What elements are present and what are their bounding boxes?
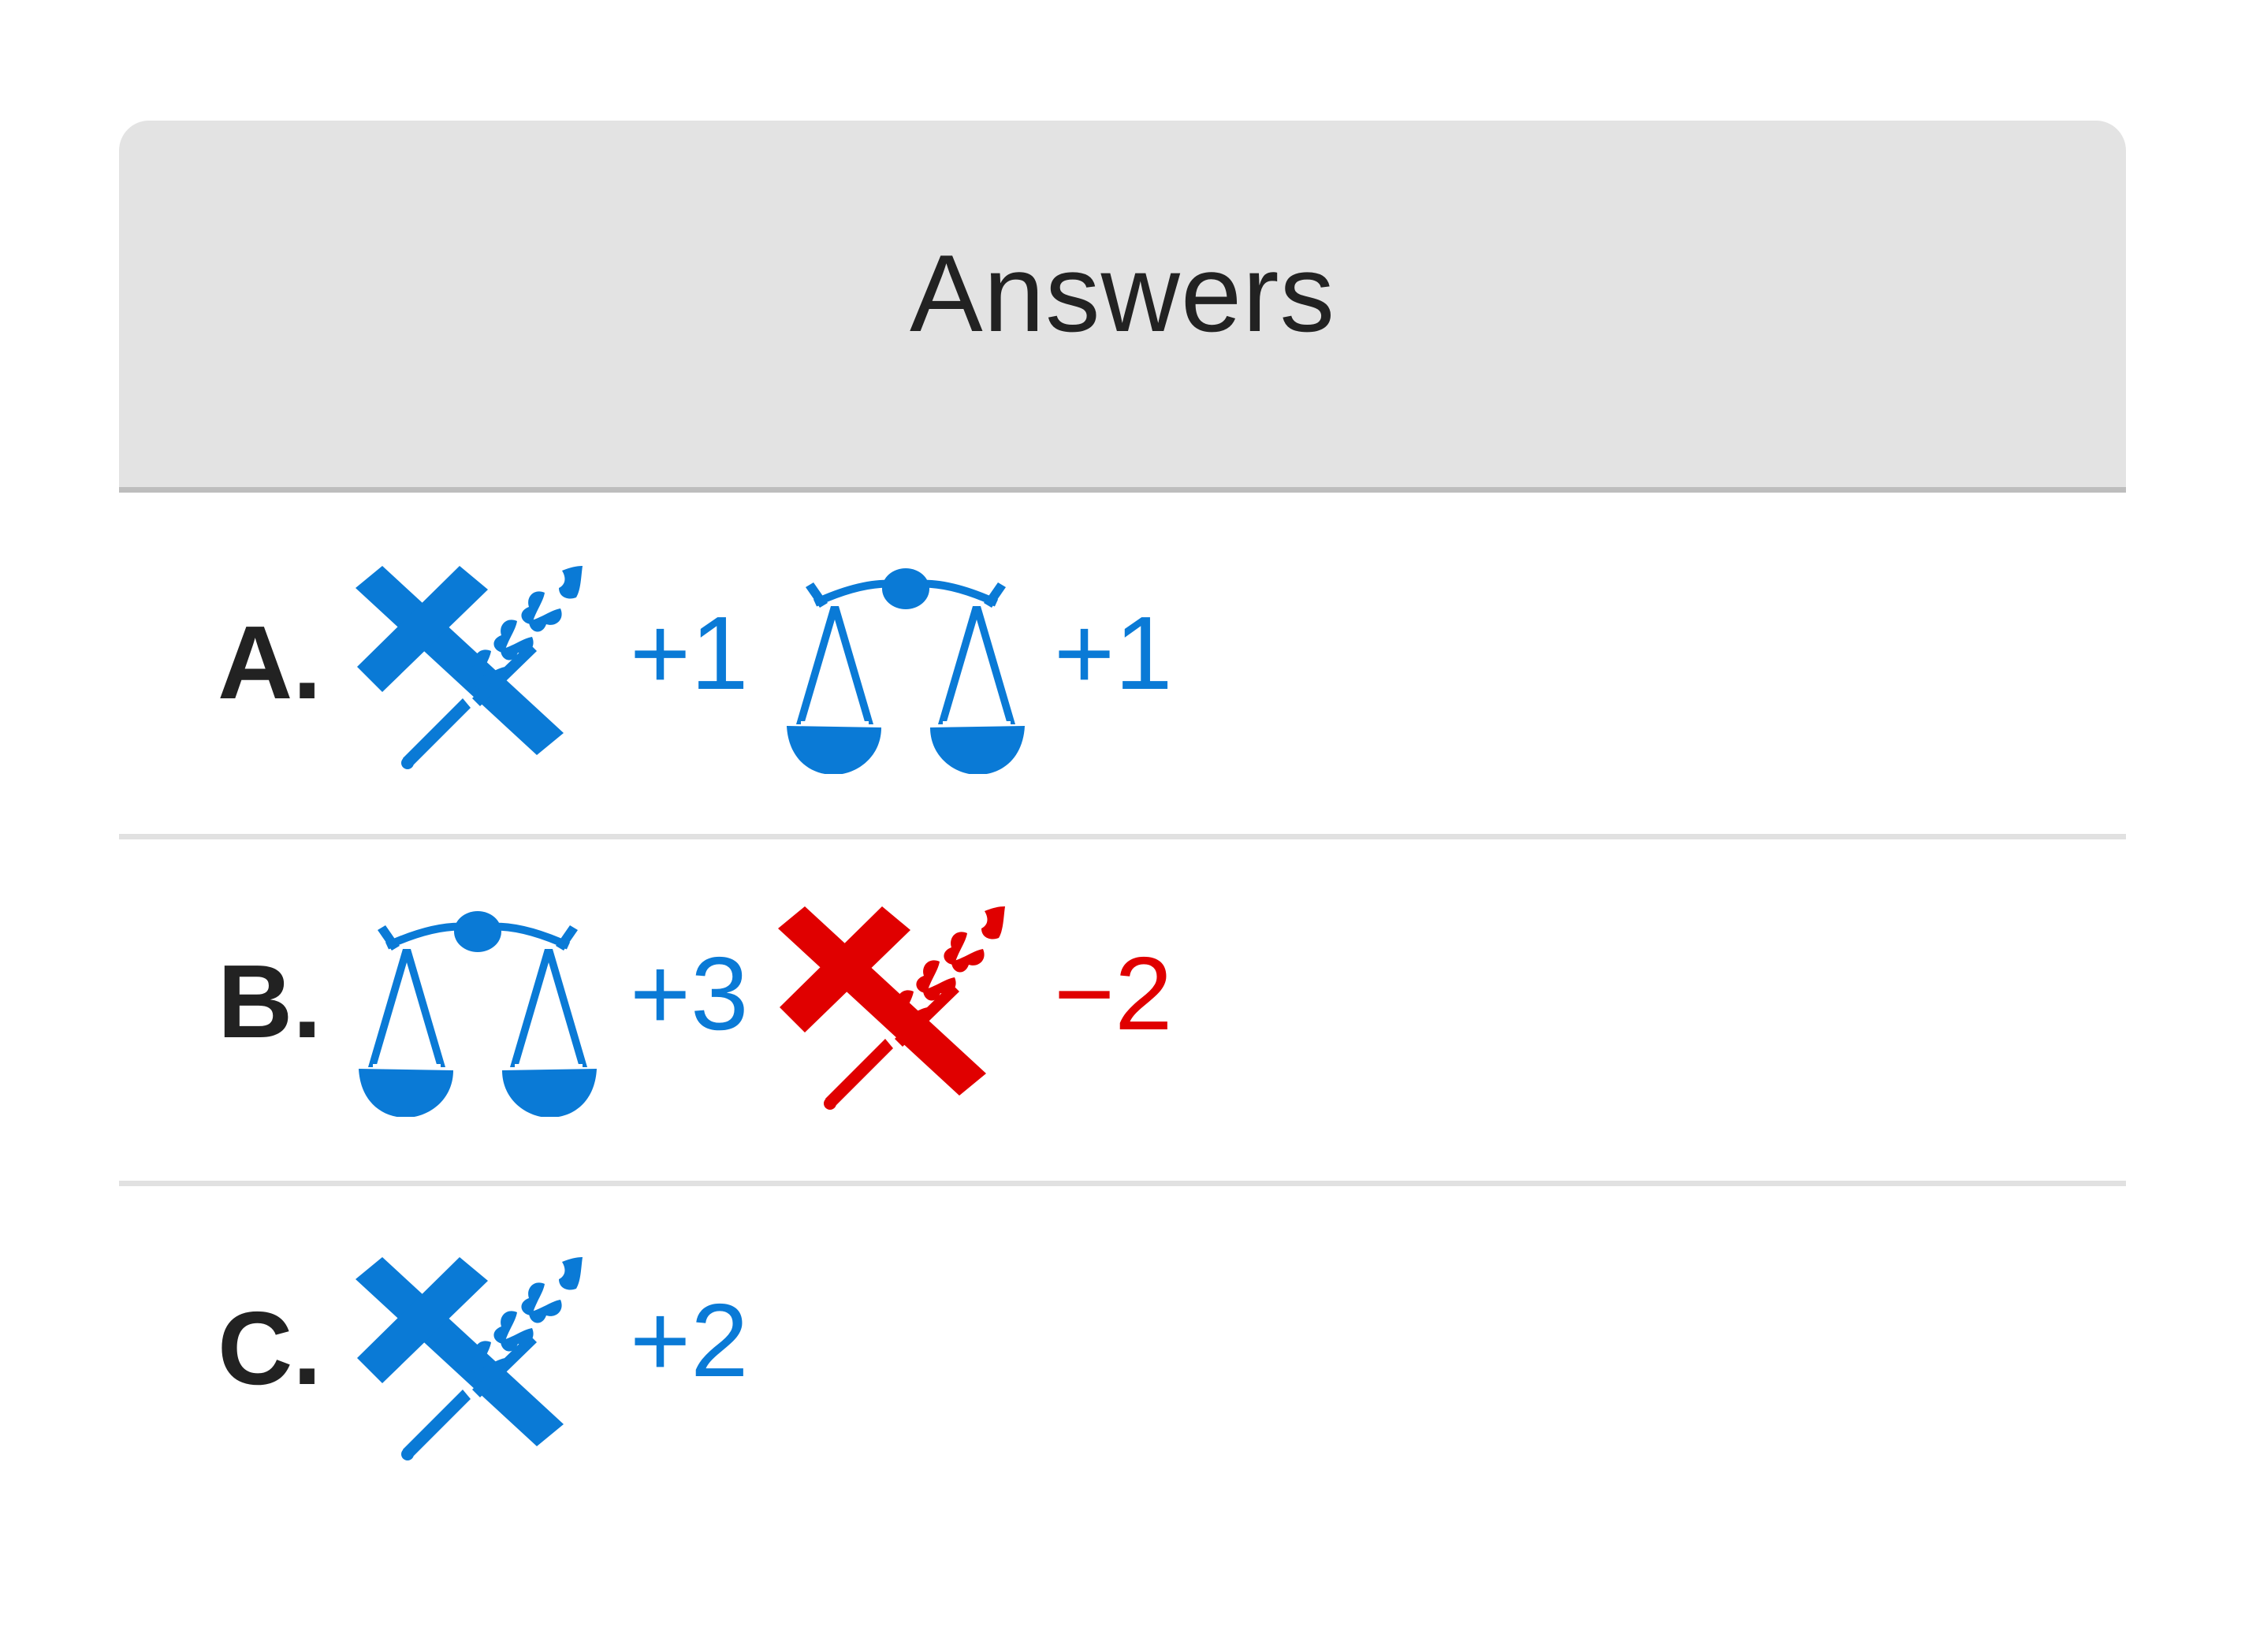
- answer-letter: B.: [218, 943, 322, 1059]
- answers-header: Answers: [119, 121, 2126, 493]
- answers-card: Answers A. +1 +1 B. +3 −2 C. +2: [119, 121, 2126, 1533]
- answer-row-c[interactable]: C. +2: [119, 1186, 2126, 1533]
- effect-value: +2: [630, 1282, 749, 1398]
- header-title: Answers: [910, 233, 1335, 355]
- effect-value: +1: [1054, 595, 1173, 711]
- answer-letter: A.: [218, 605, 322, 720]
- answer-row-b[interactable]: B. +3 −2: [119, 839, 2126, 1186]
- answer-letter: C.: [218, 1290, 322, 1406]
- effect-value: −2: [1054, 936, 1173, 1051]
- hammer-and-wheat-icon: [356, 566, 600, 771]
- hammer-and-wheat-icon: [356, 1257, 600, 1462]
- scales-icon: [784, 567, 1028, 774]
- hammer-and-wheat-icon: [778, 906, 1022, 1111]
- effect-value: +3: [630, 936, 749, 1051]
- scales-icon: [356, 910, 600, 1117]
- answer-row-a[interactable]: A. +1 +1: [119, 493, 2126, 839]
- effect-value: +1: [630, 595, 749, 711]
